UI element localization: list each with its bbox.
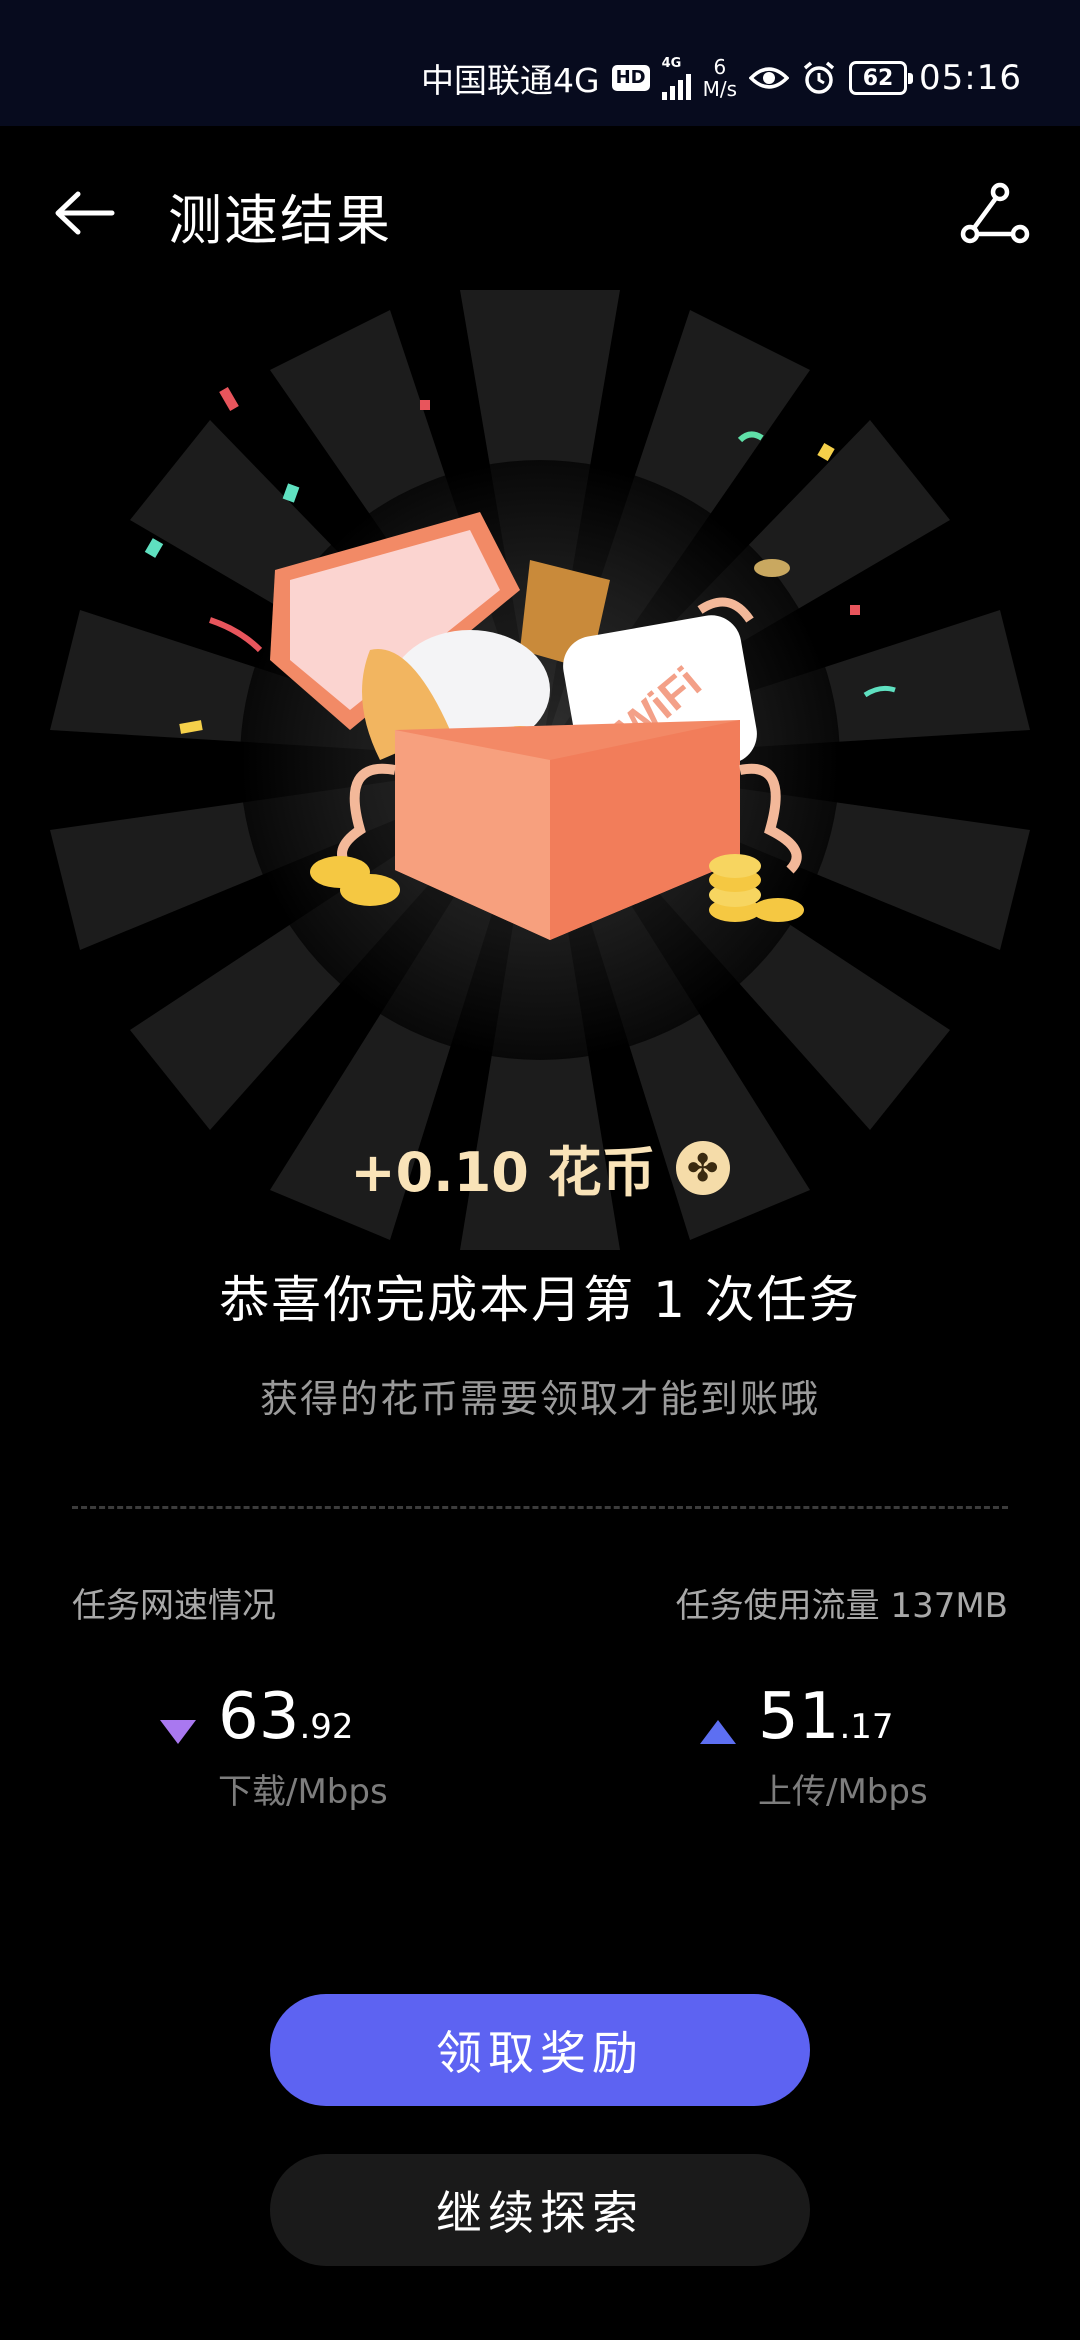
claim-reward-button[interactable]: 领取奖励 <box>270 1994 810 2106</box>
app-bar: 测速结果 <box>0 126 1080 296</box>
signal-icon: 4G <box>661 55 691 100</box>
download-value: 63.92 <box>218 1680 354 1754</box>
reward-amount-text: +0.10 花币 <box>350 1141 656 1204</box>
share-icon[interactable] <box>960 180 1030 250</box>
upload-arrow-icon <box>700 1720 736 1744</box>
signal-label: 4G <box>661 55 682 71</box>
status-icons: 中国联通4G HD 4G 6 M/s 62 05:16 <box>421 54 1022 102</box>
speed-label: 任务网速情况 <box>72 1586 276 1626</box>
clock: 05:16 <box>919 58 1022 98</box>
continue-explore-button[interactable]: 继续探索 <box>270 2154 810 2266</box>
upload-value-int: 51 <box>758 1680 840 1754</box>
battery-icon: 62 <box>849 61 914 95</box>
download-value-int: 63 <box>218 1680 300 1754</box>
dashed-divider <box>72 1506 1008 1509</box>
net-speed: 6 M/s <box>703 56 737 100</box>
download-value-dec: .92 <box>299 1707 354 1747</box>
upload-value-dec: .17 <box>839 1707 894 1747</box>
back-arrow-icon[interactable] <box>50 178 120 248</box>
upload-unit: 上传/Mbps <box>758 1772 928 1812</box>
claim-hint: 获得的花币需要领取才能到账哦 <box>259 1377 820 1421</box>
flower-coin-icon: ✤ <box>675 1140 730 1195</box>
alarm-icon <box>803 61 835 94</box>
status-bar: 中国联通4G HD 4G 6 M/s 62 05:16 <box>0 0 1080 126</box>
hd-icon: HD <box>611 65 650 91</box>
traffic-label: 任务使用流量 137MB <box>675 1586 1008 1626</box>
reward-amount: +0.10 花币 ✤ <box>0 1128 1080 1207</box>
page-title: 测速结果 <box>168 189 392 252</box>
net-speed-unit: M/s <box>702 77 738 101</box>
eye-icon <box>749 67 790 89</box>
battery-level: 62 <box>862 65 894 91</box>
reward-illustration: WiFi <box>50 290 1030 1250</box>
download-unit: 下载/Mbps <box>218 1772 388 1812</box>
upload-value: 51.17 <box>758 1680 894 1754</box>
carrier-label: 中国联通4G <box>421 61 600 100</box>
congrats-message: 恭喜你完成本月第 1 次任务 <box>219 1271 861 1329</box>
net-speed-value: 6 <box>713 55 727 79</box>
download-arrow-icon <box>160 1720 196 1744</box>
